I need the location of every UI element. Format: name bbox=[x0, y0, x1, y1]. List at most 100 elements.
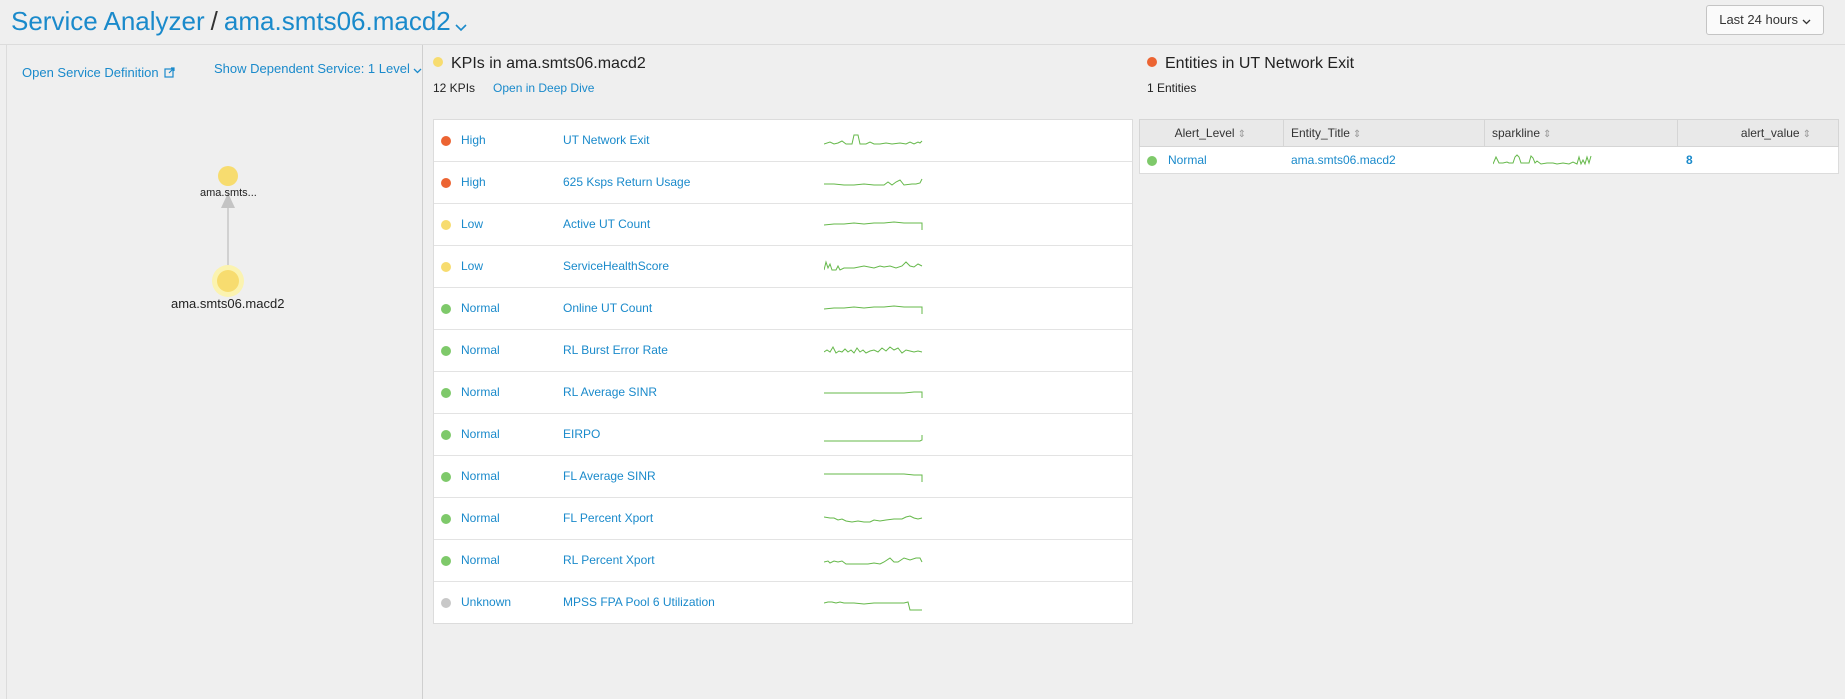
kpi-name-link[interactable]: ServiceHealthScore bbox=[563, 259, 669, 273]
kpi-sparkline bbox=[824, 557, 923, 565]
status-dot-icon bbox=[441, 346, 451, 356]
table-row[interactable]: Normal FL Average SINR bbox=[434, 456, 1132, 498]
kpi-name-link[interactable]: RL Percent Xport bbox=[563, 553, 655, 567]
external-link-icon bbox=[163, 66, 175, 81]
status-dot-icon bbox=[441, 136, 451, 146]
kpi-severity-level[interactable]: Unknown bbox=[461, 595, 511, 609]
open-in-deep-dive-link[interactable]: Open in Deep Dive bbox=[493, 81, 594, 95]
status-dot-icon bbox=[441, 220, 451, 230]
kpi-sparkline bbox=[824, 473, 923, 482]
status-dot-icon bbox=[441, 472, 451, 482]
kpi-severity-level[interactable]: Low bbox=[461, 259, 483, 273]
service-name-dropdown[interactable]: ama.smts06.macd2 bbox=[224, 6, 451, 36]
entities-panel-subheader: 1 Entities bbox=[1147, 81, 1837, 95]
kpi-name-link[interactable]: Online UT Count bbox=[563, 301, 652, 315]
column-header-alert-value[interactable]: alert_value ⇕ bbox=[1741, 120, 1811, 146]
chevron-down-icon[interactable] bbox=[455, 8, 467, 39]
kpi-severity-level[interactable]: Normal bbox=[461, 511, 500, 525]
kpi-sparkline bbox=[824, 435, 923, 442]
column-header-alert-level[interactable]: Alert_Level ⇕ bbox=[1175, 120, 1246, 146]
kpi-name-link[interactable]: 625 Ksps Return Usage bbox=[563, 175, 690, 189]
kpi-severity-dot-icon bbox=[1147, 57, 1157, 68]
alert-level-value[interactable]: Normal bbox=[1168, 153, 1207, 167]
kpi-count: 12 KPIs bbox=[433, 81, 476, 95]
status-dot-icon bbox=[441, 178, 451, 188]
show-dependent-service-label: Show Dependent Service: 1 Level bbox=[214, 61, 410, 76]
kpi-name-link[interactable]: RL Average SINR bbox=[563, 385, 657, 399]
show-dependent-service-dropdown[interactable]: Show Dependent Service: 1 Level bbox=[214, 61, 422, 77]
breadcrumb-separator: / bbox=[210, 6, 218, 36]
column-divider bbox=[1677, 120, 1678, 146]
chevron-down-icon bbox=[413, 62, 422, 77]
kpi-panel-title: KPIs in ama.smts06.macd2 bbox=[433, 55, 1133, 73]
entity-title-link[interactable]: ama.smts06.macd2 bbox=[1291, 153, 1396, 167]
table-row[interactable]: Normal Online UT Count bbox=[434, 288, 1132, 330]
open-service-definition-link[interactable]: Open Service Definition bbox=[22, 65, 175, 81]
table-row[interactable]: Low Active UT Count bbox=[434, 204, 1132, 246]
kpi-table: High UT Network Exit High 625 Ksps Return U… bbox=[433, 119, 1133, 624]
sort-icon: ⇕ bbox=[1802, 129, 1811, 140]
status-dot-icon bbox=[441, 262, 451, 272]
kpi-severity-level[interactable]: Normal bbox=[461, 553, 500, 567]
kpi-sparkline bbox=[824, 134, 923, 145]
kpi-name-link[interactable]: Active UT Count bbox=[563, 217, 650, 231]
table-row[interactable]: Normal RL Percent Xport bbox=[434, 540, 1132, 582]
status-dot-icon bbox=[441, 430, 451, 440]
status-dot-icon bbox=[441, 514, 451, 524]
table-row[interactable]: Normal RL Burst Error Rate bbox=[434, 330, 1132, 372]
column-divider bbox=[1283, 120, 1284, 146]
status-dot-icon bbox=[441, 304, 451, 314]
kpi-panel-title-text: KPIs in ama.smts06.macd2 bbox=[451, 55, 646, 72]
kpi-sparkline bbox=[824, 391, 923, 398]
kpi-sparkline bbox=[824, 345, 923, 354]
kpi-severity-level[interactable]: Normal bbox=[461, 427, 500, 441]
dependent-service-node-label[interactable]: ama.smts... bbox=[200, 187, 257, 199]
dependent-service-node bbox=[218, 166, 238, 186]
sort-icon: ⇕ bbox=[1352, 129, 1362, 140]
kpi-name-link[interactable]: FL Percent Xport bbox=[563, 511, 653, 525]
table-row[interactable]: Normal ama.smts06.macd2 8 bbox=[1139, 147, 1839, 174]
kpi-severity-level[interactable]: Normal bbox=[461, 301, 500, 315]
service-health-dot-icon bbox=[433, 57, 443, 68]
breadcrumb-service-analyzer[interactable]: Service Analyzer bbox=[11, 6, 205, 36]
kpi-sparkline bbox=[824, 305, 923, 314]
kpi-severity-level[interactable]: Low bbox=[461, 217, 483, 231]
column-header-sparkline[interactable]: sparkline ⇕ bbox=[1492, 120, 1551, 146]
kpi-sparkline bbox=[824, 221, 923, 230]
kpi-severity-level[interactable]: Normal bbox=[461, 343, 500, 357]
sort-icon: ⇕ bbox=[1543, 129, 1552, 140]
table-row[interactable]: High UT Network Exit bbox=[434, 120, 1132, 162]
kpi-severity-level[interactable]: Normal bbox=[461, 385, 500, 399]
kpi-name-link[interactable]: UT Network Exit bbox=[563, 133, 649, 147]
topology-graph bbox=[212, 166, 244, 297]
service-topology-panel: ama.smts... ama.smts06.macd2 Open Servic… bbox=[6, 45, 423, 699]
table-row[interactable]: High 625 Ksps Return Usage bbox=[434, 162, 1132, 204]
kpi-sparkline bbox=[824, 260, 923, 271]
kpi-name-link[interactable]: EIRPO bbox=[563, 427, 600, 441]
table-row[interactable]: Normal EIRPO bbox=[434, 414, 1132, 456]
chevron-down-icon bbox=[1802, 7, 1811, 35]
kpi-name-link[interactable]: FL Average SINR bbox=[563, 469, 656, 483]
entity-sparkline bbox=[1493, 154, 1592, 166]
entities-panel-title-text: Entities in UT Network Exit bbox=[1165, 55, 1355, 72]
entities-table: Alert_Level ⇕ Entity_Title ⇕ sparkline ⇕ al… bbox=[1139, 119, 1839, 174]
kpi-panel-subheader: 12 KPIs Open in Deep Dive bbox=[433, 81, 1133, 95]
table-row[interactable]: Low ServiceHealthScore bbox=[434, 246, 1132, 288]
current-service-node-label[interactable]: ama.smts06.macd2 bbox=[171, 296, 284, 311]
column-divider bbox=[1484, 120, 1485, 146]
table-row[interactable]: Unknown MPSS FPA Pool 6 Utilization bbox=[434, 582, 1132, 623]
kpi-severity-level[interactable]: Normal bbox=[461, 469, 500, 483]
kpi-severity-level[interactable]: High bbox=[461, 175, 486, 189]
kpi-sparkline bbox=[824, 601, 922, 611]
kpi-name-link[interactable]: RL Burst Error Rate bbox=[563, 343, 668, 357]
kpi-name-link[interactable]: MPSS FPA Pool 6 Utilization bbox=[563, 595, 715, 609]
table-row[interactable]: Normal RL Average SINR bbox=[434, 372, 1132, 414]
table-row[interactable]: Normal FL Percent Xport bbox=[434, 498, 1132, 540]
status-dot-icon bbox=[441, 598, 451, 608]
status-dot-icon bbox=[441, 388, 451, 398]
kpi-severity-level[interactable]: High bbox=[461, 133, 486, 147]
alert-value[interactable]: 8 bbox=[1686, 153, 1693, 167]
time-range-picker[interactable]: Last 24 hours bbox=[1706, 5, 1824, 35]
column-header-entity-title[interactable]: Entity_Title ⇕ bbox=[1291, 120, 1361, 146]
entities-panel: Entities in UT Network Exit 1 Entities bbox=[1147, 55, 1837, 95]
